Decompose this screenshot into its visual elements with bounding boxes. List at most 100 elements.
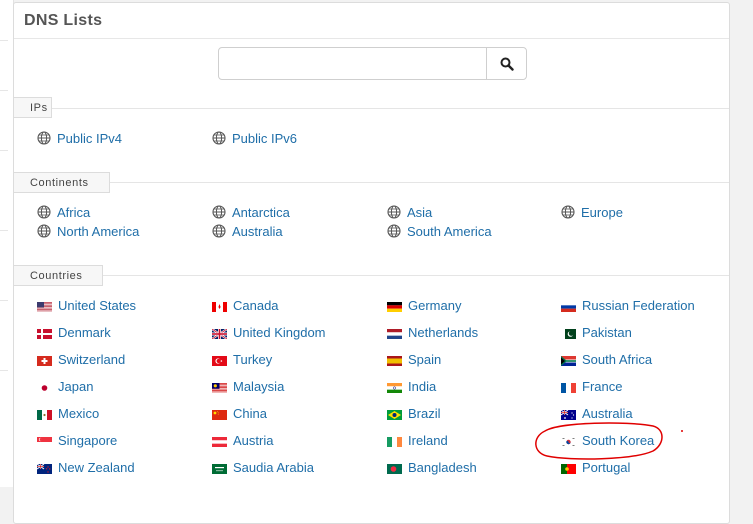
globe-icon xyxy=(212,131,226,145)
ip-link-public-ipv6[interactable]: Public IPv6 xyxy=(212,129,297,147)
item-label: Bangladesh xyxy=(408,459,477,475)
globe-icon xyxy=(561,205,575,219)
item-label: Saudia Arabia xyxy=(233,459,314,475)
flag-sg-icon xyxy=(37,435,52,447)
continent-link-north-america[interactable]: North America xyxy=(37,222,139,240)
search-box xyxy=(218,47,527,80)
flag-mx-icon xyxy=(37,408,52,420)
flag-pt-icon xyxy=(561,462,576,474)
country-link-ireland[interactable]: Ireland xyxy=(387,431,448,449)
flag-bd-icon xyxy=(387,462,402,474)
country-link-singapore[interactable]: Singapore xyxy=(37,431,117,449)
flag-ch-icon xyxy=(37,354,52,366)
search-input[interactable] xyxy=(219,48,485,79)
item-label: South America xyxy=(407,223,492,239)
item-label: Spain xyxy=(408,351,442,367)
sidebar-divider xyxy=(0,150,8,151)
item-label: Ireland xyxy=(408,432,448,448)
country-link-saudia-arabia[interactable]: Saudia Arabia xyxy=(212,458,314,476)
country-link-south-africa[interactable]: South Africa xyxy=(561,350,652,368)
search-icon xyxy=(500,57,514,71)
flag-gb-icon xyxy=(211,327,228,340)
country-link-portugal[interactable]: Portugal xyxy=(561,458,630,476)
ip-link-public-ipv4[interactable]: Public IPv4 xyxy=(37,129,122,147)
item-label: Turkey xyxy=(233,351,273,367)
continent-link-south-america[interactable]: South America xyxy=(387,222,492,240)
flag-nz-icon xyxy=(36,462,52,474)
continent-link-africa[interactable]: Africa xyxy=(37,203,90,221)
item-label: Portugal xyxy=(582,459,631,475)
item-label: Public IPv6 xyxy=(232,130,298,146)
country-link-spain[interactable]: Spain xyxy=(387,350,441,368)
flag-de-icon xyxy=(387,300,402,312)
globe-icon xyxy=(37,205,51,219)
country-link-bangladesh[interactable]: Bangladesh xyxy=(387,458,477,476)
section-header-continents: Continents xyxy=(14,172,110,193)
flag-za-icon xyxy=(561,354,576,366)
country-link-denmark[interactable]: Denmark xyxy=(37,323,111,341)
country-link-brazil[interactable]: Brazil xyxy=(387,404,441,422)
country-link-france[interactable]: France xyxy=(561,377,622,395)
flag-cn-icon xyxy=(212,408,227,420)
item-label: Pakistan xyxy=(582,324,632,340)
country-link-malaysia[interactable]: Malaysia xyxy=(212,377,284,395)
country-link-switzerland[interactable]: Switzerland xyxy=(37,350,125,368)
country-link-south-korea[interactable]: South Korea xyxy=(561,431,654,449)
sidebar-divider xyxy=(0,230,8,231)
country-link-china[interactable]: China xyxy=(212,404,267,422)
country-link-germany[interactable]: Germany xyxy=(387,296,461,314)
flag-es-icon xyxy=(387,354,402,366)
country-link-mexico[interactable]: Mexico xyxy=(37,404,99,422)
country-link-canada[interactable]: Canada xyxy=(212,296,279,314)
country-link-netherlands[interactable]: Netherlands xyxy=(387,323,478,341)
panel-title: DNS Lists xyxy=(24,12,103,29)
item-label: Antarctica xyxy=(232,204,290,220)
item-label: Germany xyxy=(408,297,462,313)
country-link-india[interactable]: India xyxy=(387,377,436,395)
sidebar-divider xyxy=(0,300,8,301)
section-divider xyxy=(14,182,729,183)
item-label: Denmark xyxy=(58,324,111,340)
flag-jp-icon xyxy=(37,381,52,393)
country-link-japan[interactable]: Japan xyxy=(37,377,93,395)
flag-us-icon xyxy=(37,300,52,312)
country-link-australia[interactable]: Australia xyxy=(560,404,633,422)
globe-icon xyxy=(387,224,401,238)
item-label: Brazil xyxy=(408,405,441,421)
item-label: Netherlands xyxy=(408,324,479,340)
flag-sa-icon xyxy=(212,462,227,474)
flag-pk-icon xyxy=(561,327,576,339)
item-label: South Korea xyxy=(582,432,655,448)
sidebar-divider xyxy=(0,370,8,371)
item-label: Japan xyxy=(58,378,94,394)
flag-ru-icon xyxy=(561,300,576,312)
item-label: Europe xyxy=(581,204,623,220)
section-header-ips: IPs xyxy=(14,97,52,118)
item-label: Mexico xyxy=(58,405,100,421)
country-link-pakistan[interactable]: Pakistan xyxy=(561,323,632,341)
item-label: Austria xyxy=(233,432,274,448)
continent-link-asia[interactable]: Asia xyxy=(387,203,432,221)
country-link-russian-federation[interactable]: Russian Federation xyxy=(561,296,695,314)
flag-au-icon xyxy=(560,408,576,420)
country-link-new-zealand[interactable]: New Zealand xyxy=(36,458,135,476)
item-label: Australia xyxy=(582,405,633,421)
country-link-united-states[interactable]: United States xyxy=(37,296,136,314)
search-button[interactable] xyxy=(486,48,526,79)
country-link-turkey[interactable]: Turkey xyxy=(212,350,272,368)
item-label: United States xyxy=(58,297,137,313)
country-link-united-kingdom[interactable]: United Kingdom xyxy=(211,323,326,341)
country-link-austria[interactable]: Austria xyxy=(212,431,273,449)
item-label: Switzerland xyxy=(58,351,126,367)
flag-dk-icon xyxy=(37,327,52,339)
continent-link-antarctica[interactable]: Antarctica xyxy=(212,203,290,221)
dns-lists-panel: DNS Lists IPs Public IPv4 Public IPv6 Con… xyxy=(13,2,730,524)
globe-icon xyxy=(37,131,51,145)
item-label: Canada xyxy=(233,297,279,313)
continent-link-europe[interactable]: Europe xyxy=(561,203,623,221)
item-label: United Kingdom xyxy=(233,324,326,340)
continent-link-australia[interactable]: Australia xyxy=(212,222,283,240)
globe-icon xyxy=(387,205,401,219)
globe-icon xyxy=(212,224,226,238)
flag-in-icon xyxy=(387,381,402,393)
